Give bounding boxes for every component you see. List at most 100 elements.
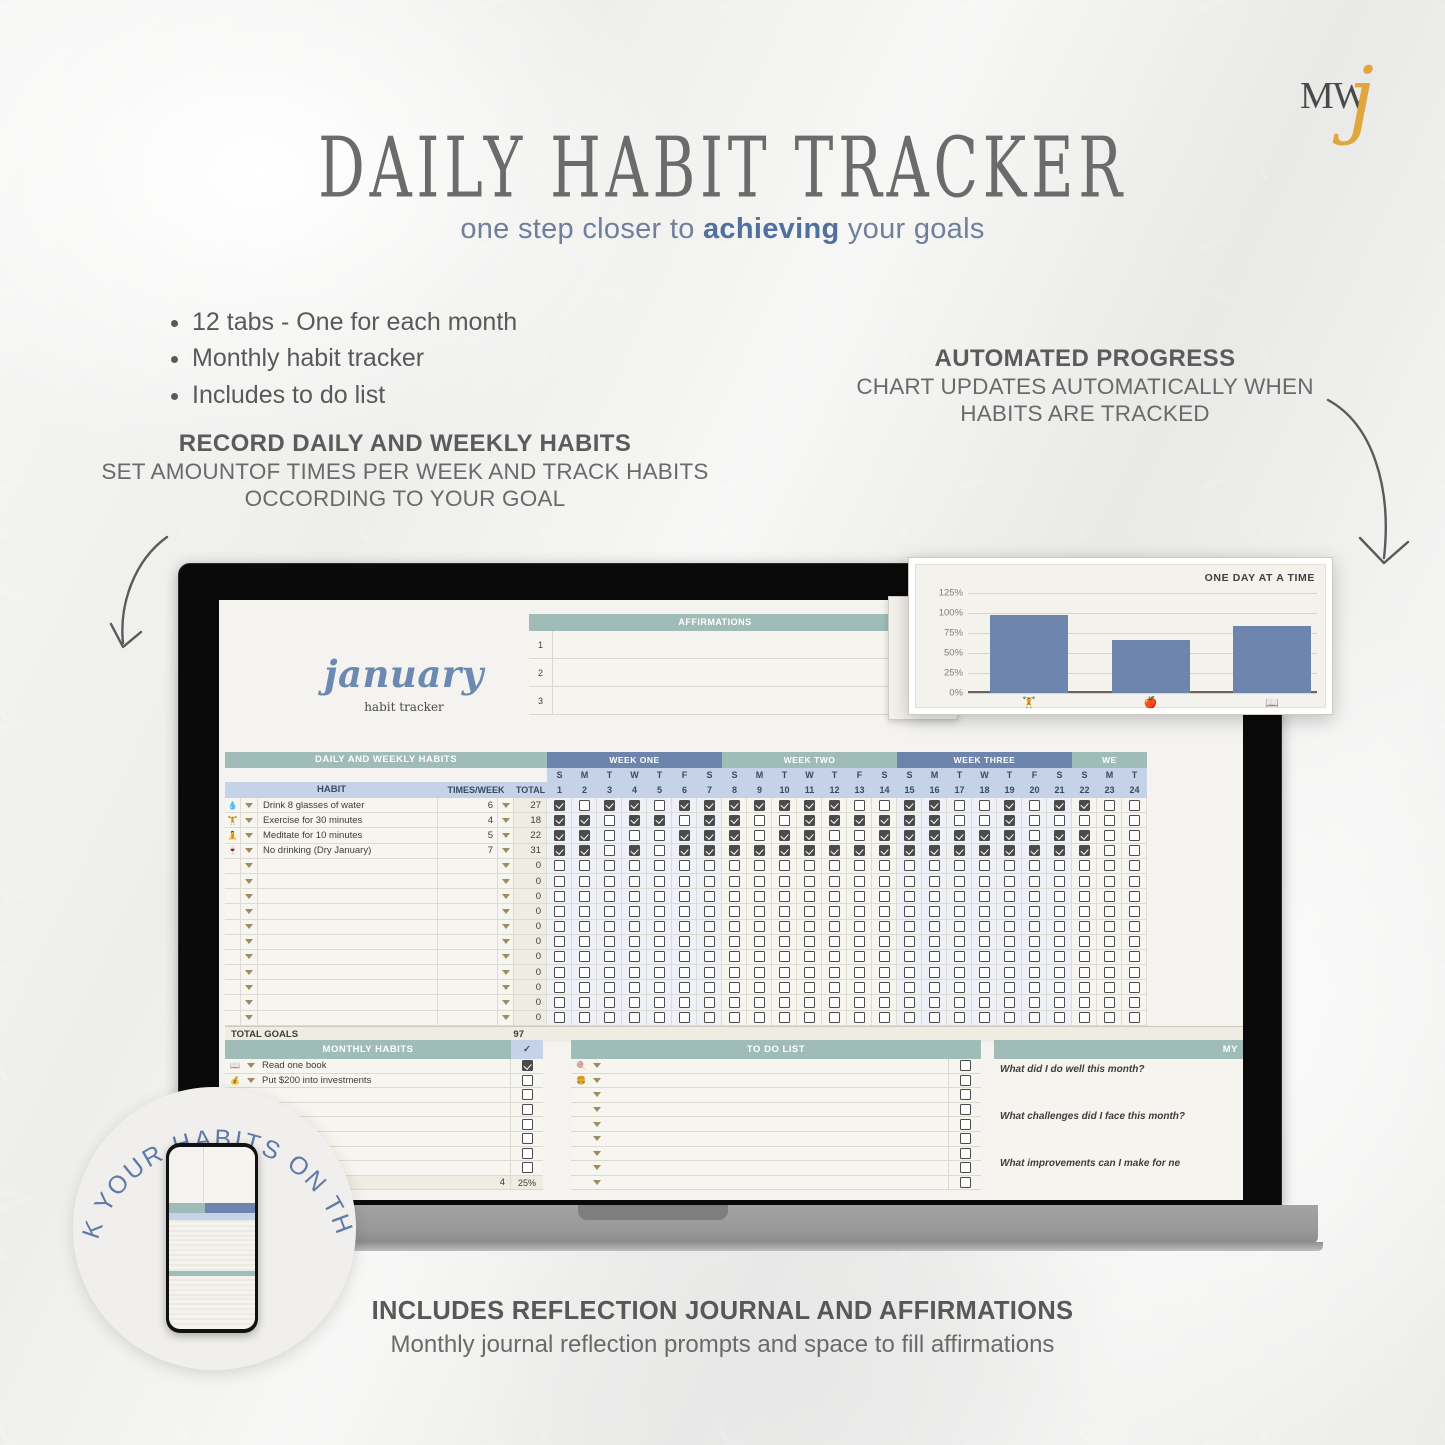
checkbox-icon[interactable] [903, 814, 915, 826]
table-row[interactable]: 0 [225, 904, 1243, 920]
checkbox-icon[interactable] [803, 951, 815, 963]
checkbox-icon[interactable] [903, 875, 915, 887]
habit-day-cell[interactable] [647, 995, 672, 1011]
habit-day-cell[interactable] [572, 873, 597, 890]
checkbox-icon[interactable] [1078, 921, 1090, 933]
habit-day-cell[interactable] [922, 904, 947, 920]
habit-day-cell[interactable] [772, 949, 797, 966]
habit-day-cell[interactable] [797, 949, 822, 966]
habit-day-cell[interactable] [722, 949, 747, 966]
habit-day-cell[interactable] [597, 889, 622, 905]
habit-day-cell[interactable] [747, 873, 772, 890]
checkbox-icon[interactable] [978, 966, 990, 978]
checkbox-icon[interactable] [553, 905, 565, 917]
habit-day-cell[interactable] [722, 934, 747, 950]
checkbox-icon[interactable] [703, 981, 715, 993]
checkbox-icon[interactable] [753, 905, 765, 917]
times-dropdown-icon[interactable] [498, 980, 514, 996]
habit-day-cell[interactable] [597, 813, 622, 829]
checkbox-icon[interactable] [678, 936, 690, 948]
checkbox-icon[interactable] [1078, 966, 1090, 978]
habit-day-cell[interactable] [822, 904, 847, 920]
checkbox-icon[interactable] [953, 829, 965, 841]
checkbox-icon[interactable] [853, 845, 865, 857]
habit-day-cell[interactable] [772, 980, 797, 996]
habit-day-cell[interactable] [972, 828, 997, 844]
checkbox-icon[interactable] [828, 905, 840, 917]
todo-dropdown-icon[interactable] [590, 1077, 604, 1083]
checkbox-icon[interactable] [878, 905, 890, 917]
checkbox-icon[interactable] [653, 966, 665, 978]
habit-day-cell[interactable] [922, 965, 947, 981]
habit-times-per-week[interactable]: 6 [438, 798, 498, 814]
habit-day-cell[interactable] [772, 919, 797, 935]
checkbox-icon[interactable] [1128, 981, 1140, 993]
checkbox-icon[interactable] [728, 966, 740, 978]
checkbox-icon[interactable] [978, 905, 990, 917]
habit-day-cell[interactable] [572, 858, 597, 874]
checkbox-icon[interactable] [753, 814, 765, 826]
checkbox-icon[interactable] [828, 829, 840, 841]
habit-day-cell[interactable] [997, 980, 1022, 996]
checkbox-icon[interactable] [928, 981, 940, 993]
checkbox-icon[interactable] [1128, 921, 1140, 933]
habit-day-cell[interactable] [922, 995, 947, 1011]
checkbox-icon[interactable] [978, 921, 990, 933]
checkbox-icon[interactable] [628, 951, 640, 963]
todo-row[interactable] [571, 1117, 981, 1132]
habit-dropdown-icon[interactable] [241, 889, 258, 905]
checkbox-icon[interactable] [853, 921, 865, 933]
checkbox-icon[interactable] [953, 951, 965, 963]
todo-checkbox-cell[interactable] [949, 1073, 981, 1088]
table-row[interactable]: 0 [225, 995, 1243, 1011]
checkbox-icon[interactable] [1128, 936, 1140, 948]
habit-dropdown-icon[interactable] [241, 995, 258, 1011]
habit-name[interactable] [258, 995, 438, 1011]
checkbox-icon[interactable] [628, 936, 640, 948]
habit-day-cell[interactable] [722, 965, 747, 981]
checkbox-icon[interactable] [1078, 1012, 1090, 1024]
habit-day-cell[interactable] [597, 995, 622, 1011]
checkbox-icon[interactable] [959, 1177, 971, 1189]
habit-day-cell[interactable] [922, 889, 947, 905]
checkbox-icon[interactable] [753, 921, 765, 933]
checkbox-icon[interactable] [521, 1089, 533, 1101]
times-dropdown-icon[interactable] [498, 1010, 514, 1026]
habit-day-cell[interactable] [972, 965, 997, 981]
checkbox-icon[interactable] [1128, 890, 1140, 902]
habit-day-cell[interactable] [547, 919, 572, 935]
habit-day-cell[interactable] [622, 843, 647, 859]
checkbox-icon[interactable] [628, 799, 640, 811]
habit-day-cell[interactable] [1022, 828, 1047, 844]
habit-day-cell[interactable] [1122, 843, 1147, 859]
checkbox-icon[interactable] [959, 1162, 971, 1174]
habit-day-cell[interactable] [872, 949, 897, 966]
checkbox-icon[interactable] [753, 829, 765, 841]
habit-day-cell[interactable] [547, 889, 572, 905]
habit-day-cell[interactable] [1047, 873, 1072, 890]
checkbox-icon[interactable] [1078, 860, 1090, 872]
habit-day-cell[interactable] [1047, 843, 1072, 859]
habit-name[interactable]: Meditate for 10 minutes [258, 828, 438, 844]
habit-times-per-week[interactable] [438, 934, 498, 950]
habit-day-cell[interactable] [797, 813, 822, 829]
checkbox-icon[interactable] [828, 966, 840, 978]
checkbox-icon[interactable] [1028, 845, 1040, 857]
habit-day-cell[interactable] [947, 995, 972, 1011]
checkbox-icon[interactable] [803, 799, 815, 811]
habit-day-cell[interactable] [597, 934, 622, 950]
habit-day-cell[interactable] [647, 813, 672, 829]
checkbox-icon[interactable] [1053, 936, 1065, 948]
checkbox-icon[interactable] [578, 905, 590, 917]
habits-table[interactable]: DAILY AND WEEKLY HABITS WEEK ONE WEEK TWO W… [225, 752, 1243, 1042]
checkbox-icon[interactable] [728, 860, 740, 872]
checkbox-icon[interactable] [728, 905, 740, 917]
habit-day-cell[interactable] [672, 858, 697, 874]
habit-day-cell[interactable] [572, 904, 597, 920]
checkbox-icon[interactable] [553, 966, 565, 978]
habit-day-cell[interactable] [672, 980, 697, 996]
checkbox-icon[interactable] [1003, 845, 1015, 857]
habit-day-cell[interactable] [897, 828, 922, 844]
habit-times-per-week[interactable] [438, 995, 498, 1011]
checkbox-icon[interactable] [628, 845, 640, 857]
